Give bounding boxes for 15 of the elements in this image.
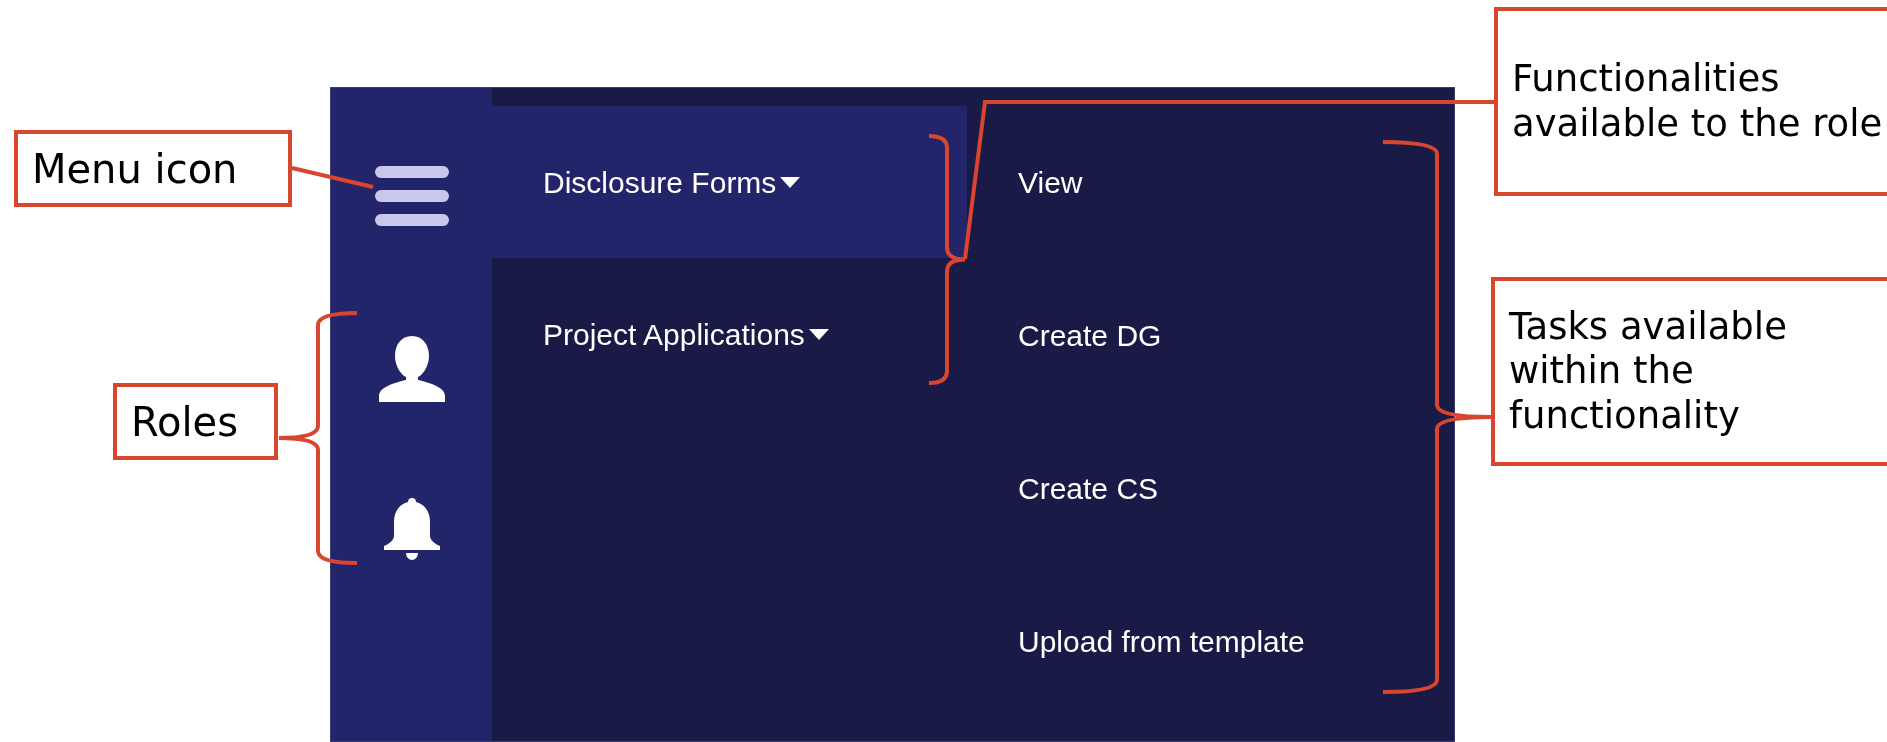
task-link[interactable]: View	[1018, 160, 1083, 205]
user-icon[interactable]	[378, 336, 445, 402]
menu-item[interactable]: Disclosure Forms	[492, 106, 967, 258]
annotation-label: Menu icon	[14, 130, 292, 207]
task-link[interactable]: Create DG	[1018, 313, 1162, 358]
task-link[interactable]: Upload from template	[1018, 619, 1305, 664]
annotation-label: Roles	[113, 383, 278, 460]
annotation-label: Tasks available within the functionality	[1491, 277, 1887, 466]
caret-icon	[808, 328, 829, 340]
annotation-label: Functionalities available to the role	[1494, 7, 1887, 196]
task-link[interactable]: Create CS	[1018, 466, 1159, 511]
bell-icon[interactable]	[383, 498, 440, 560]
caret-icon	[780, 176, 801, 188]
menu-icon[interactable]	[374, 166, 449, 226]
menu-item[interactable]: Project Applications	[492, 258, 967, 410]
